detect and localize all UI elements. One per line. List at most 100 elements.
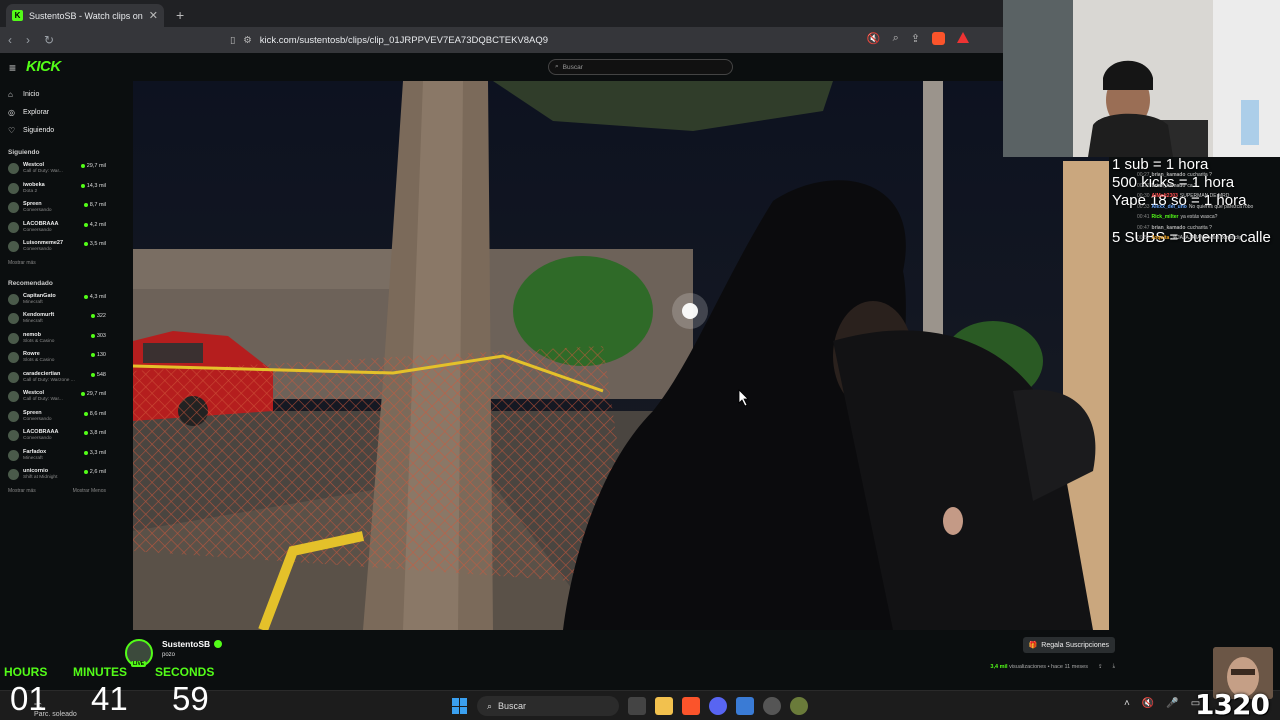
channel-item[interactable]: unicornio Shift at Midnight 2,6 mil: [0, 465, 113, 485]
channel-avatar: [8, 449, 19, 461]
heart-icon: ♡: [8, 125, 16, 135]
channel-item[interactable]: LACOBRAAA Conversando 3,8 mil: [0, 426, 113, 446]
hours-value: 01: [10, 680, 47, 717]
menu-icon[interactable]: ≡: [9, 61, 16, 75]
taskbar-search-label: Buscar: [498, 701, 527, 711]
show-more-link[interactable]: Mostrar más: [8, 488, 36, 494]
compass-icon: ◎: [8, 107, 15, 117]
channel-item[interactable]: Kendomurft Minecraft 322: [0, 309, 113, 329]
channel-item[interactable]: Luisonmeme27 Conversando 3,5 mil: [0, 237, 113, 257]
notepad-icon[interactable]: [736, 697, 754, 715]
streamer-name[interactable]: SustentoSB: [162, 639, 210, 649]
show-more-following[interactable]: Mostrar más: [0, 260, 113, 266]
viewer-count-value: 3,8 mil: [89, 430, 106, 436]
sidebar-item-inicio[interactable]: ⌂ Inicio: [0, 85, 113, 103]
viewer-count-value: 303: [96, 332, 106, 339]
app-icon[interactable]: [790, 697, 808, 715]
search-input[interactable]: ⌕ Buscar: [548, 59, 733, 75]
chevron-up-icon[interactable]: ˄: [1124, 698, 1130, 709]
chat-user[interactable]: brian_kamado: [1152, 172, 1186, 178]
brave-shield-icon[interactable]: [932, 32, 945, 45]
live-dot-icon: [83, 222, 88, 227]
back-icon[interactable]: ‹: [8, 33, 12, 47]
live-dot-icon: [80, 164, 85, 168]
viewer-count-value: 322: [96, 313, 106, 319]
browser-tab[interactable]: K SustentoSB - Watch clips on ✕: [6, 4, 164, 27]
mute-icon[interactable]: 🔇: [867, 32, 881, 45]
channel-item[interactable]: nemob Slots & Casino 303: [0, 329, 113, 349]
chat-message: 00:33 Alexx_del_uno No quieres que parezca…: [1137, 204, 1277, 211]
new-tab-button[interactable]: +: [176, 7, 184, 23]
chat-message: 00:52 Joquita JAJAJAJAJA! gracias por el c…: [1137, 235, 1277, 242]
streamer-name-row[interactable]: SustentoSB: [162, 639, 223, 649]
channel-item[interactable]: Westcol Call of Duty: War... 29,7 mil: [0, 387, 113, 407]
sidebar-item-explorar[interactable]: ◎ Explorar: [0, 103, 113, 121]
chat-user[interactable]: AlMolt2303: [1152, 193, 1178, 199]
channel-item[interactable]: Westcol Call of Duty: War... 29,7 mil: [0, 159, 113, 179]
discord-icon[interactable]: [709, 697, 727, 715]
video-frame: [133, 81, 1109, 630]
channel-item[interactable]: LACOBRAAA Conversando 4,2 mil: [0, 218, 113, 238]
live-dot-icon: [83, 294, 88, 299]
task-view-icon[interactable]: [628, 697, 646, 715]
channel-item[interactable]: Rowre Slots & Casino 130: [0, 348, 113, 368]
live-dot-icon: [90, 333, 95, 338]
timer-labels: HOURS MINUTES SECONDS: [0, 665, 230, 681]
channel-item[interactable]: Spreen Conversando 8,6 mil: [0, 407, 113, 427]
speaker-muted-icon[interactable]: 🔇: [1142, 698, 1154, 709]
viewer-count: 322: [90, 313, 106, 319]
clip-title: pozo: [162, 652, 176, 658]
microphone-icon[interactable]: 🎤: [1166, 698, 1178, 709]
gift-icon: 🎁: [1028, 642, 1038, 649]
channel-avatar: [8, 430, 19, 442]
windows-start-icon[interactable]: [452, 698, 468, 714]
channel-name: iwobeka: [23, 181, 45, 188]
kick-logo[interactable]: KICK: [26, 58, 61, 75]
obs-icon[interactable]: [763, 697, 781, 715]
chat-text: cucharita ?: [1187, 172, 1212, 178]
viewer-count: 130: [90, 352, 106, 358]
video-player[interactable]: [133, 81, 1109, 630]
download-icon[interactable]: ⤓: [1113, 663, 1115, 670]
share-clip-icon[interactable]: ⇪: [1098, 664, 1103, 670]
share-icon[interactable]: ⇪: [911, 32, 920, 45]
reload-icon[interactable]: ↻: [44, 33, 54, 47]
forward-icon[interactable]: ›: [26, 33, 30, 47]
viewer-count: 3,8 mil: [83, 430, 106, 436]
viewer-count: 303: [90, 332, 106, 339]
chat-user[interactable]: Rick_milter: [1152, 214, 1179, 220]
chat-user[interactable]: Alexx_del_uno: [1152, 204, 1187, 210]
channel-item[interactable]: iwobeka Dota 2 14,3 mil: [0, 179, 113, 199]
brave-rewards-icon[interactable]: [957, 32, 969, 43]
channel-item[interactable]: CapitanGato Minecraft 4,3 mil: [0, 290, 113, 310]
taskbar-search[interactable]: ⌕ Buscar: [477, 696, 619, 716]
brave-browser-icon[interactable]: [682, 697, 700, 715]
close-tab-icon[interactable]: ✕: [149, 9, 158, 22]
show-more-link[interactable]: Mostrar más: [8, 260, 36, 266]
viewer-count: 8,7 mil: [83, 202, 106, 208]
chat-user[interactable]: Joquita: [1152, 235, 1170, 241]
channel-avatar: [8, 221, 19, 233]
live-dot-icon: [83, 431, 88, 435]
gift-subs-button[interactable]: 🎁 Regala Suscripciones: [1022, 637, 1115, 653]
url-text[interactable]: kick.com/sustentosb/clips/clip_01JRPPVEV…: [260, 35, 548, 46]
viewer-count-value: 3,3 mil: [89, 449, 106, 456]
channel-item[interactable]: Spreen Conversando 8,7 mil: [0, 198, 113, 218]
file-explorer-icon[interactable]: [655, 697, 673, 715]
channel-category: Slots & Casino: [23, 358, 55, 364]
tab-title: SustentoSB - Watch clips on: [29, 10, 143, 21]
channel-category: Conversando: [23, 227, 52, 233]
show-less-link[interactable]: Mostrar Menos: [73, 488, 106, 494]
chat-user[interactable]: brian_kamado: [1152, 225, 1186, 231]
chat-time: 00:47: [1137, 224, 1150, 231]
channel-item[interactable]: caradeciertian Call of Duty: Warzone ... 5…: [0, 368, 113, 388]
channel-item[interactable]: Farfadox Minecraft 3,3 mil: [0, 446, 113, 466]
chat-user[interactable]: brian_kamado: [1152, 183, 1186, 189]
live-dot-icon: [83, 242, 88, 246]
site-info-icon[interactable]: ⚙: [243, 35, 252, 46]
chat-time: 00:41: [1137, 214, 1150, 220]
bookmark-icon[interactable]: ▯: [230, 35, 235, 46]
sidebar-item-siguiendo[interactable]: ♡ Siguiendo: [0, 121, 113, 139]
viewer-count: 29,7 mil: [80, 391, 106, 397]
zoom-icon[interactable]: ⌕: [893, 32, 899, 45]
